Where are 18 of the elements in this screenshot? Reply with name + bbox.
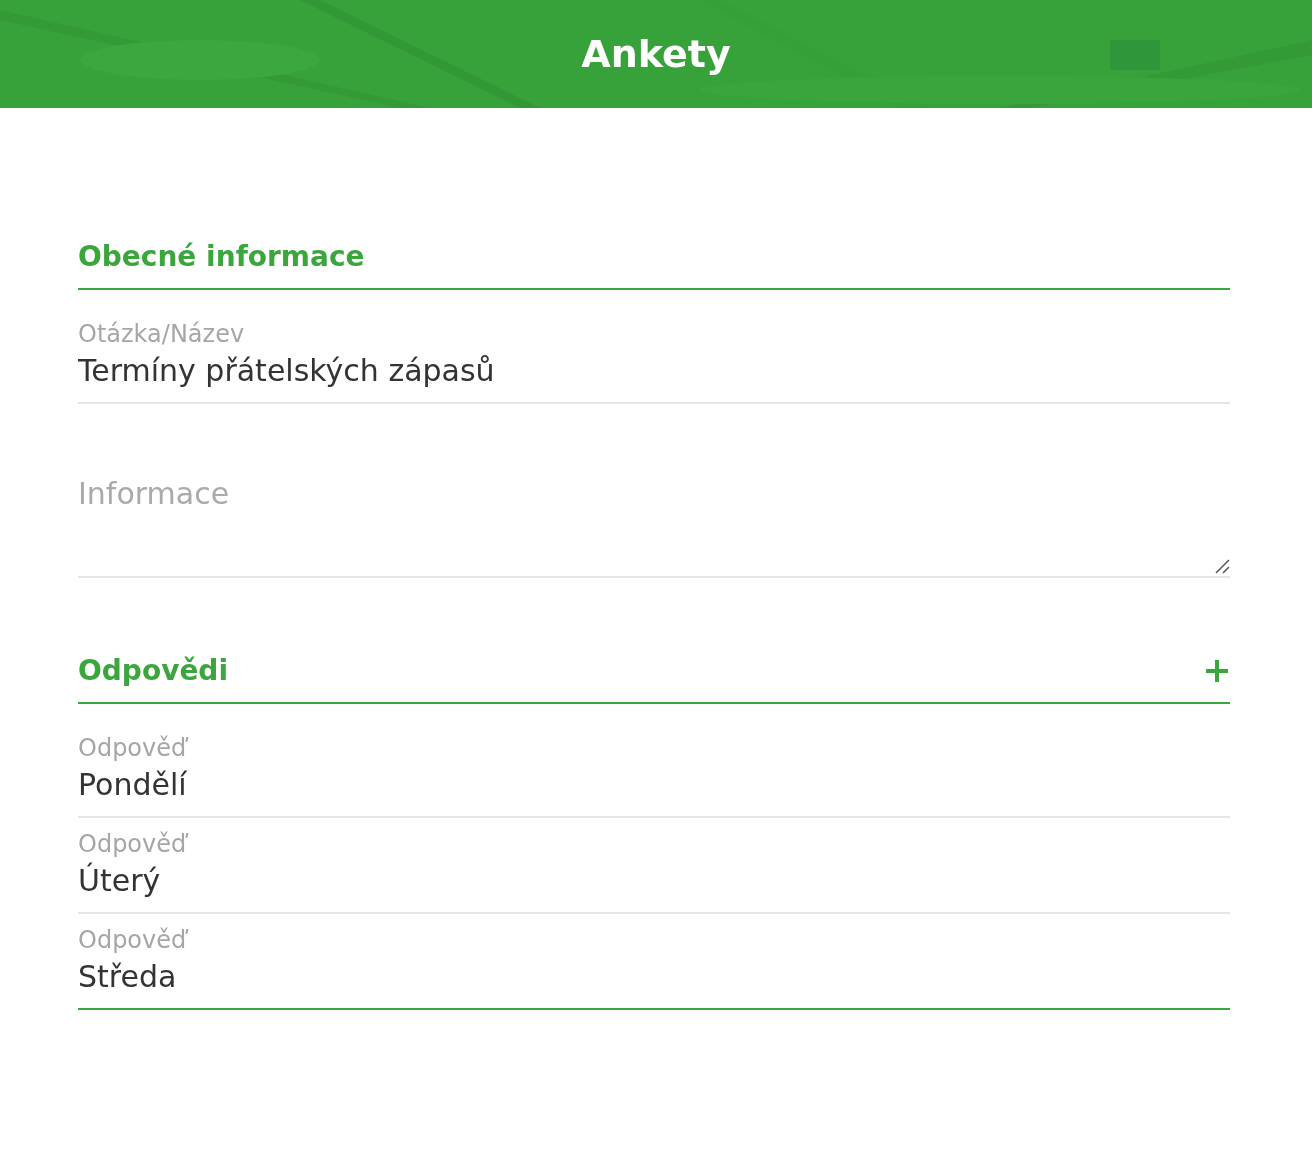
- field-label: Odpověď: [78, 829, 190, 860]
- field-label: Odpověď: [78, 733, 190, 764]
- field-value[interactable]: Pondělí: [78, 764, 1230, 806]
- field-value[interactable]: Středa: [78, 956, 1230, 998]
- info-input[interactable]: Informace: [78, 454, 1230, 576]
- field-label: Odpověď: [78, 925, 190, 956]
- field-label: Otázka/Název: [78, 319, 246, 350]
- text-field[interactable]: Odpověď Středa: [78, 914, 1230, 1010]
- resize-handle-icon[interactable]: [1214, 558, 1230, 574]
- section-heading: Obecné informace: [78, 239, 365, 275]
- field-value[interactable]: Termíny přátelských zápasů: [78, 350, 1230, 392]
- text-field[interactable]: Otázka/Název Termíny přátelských zápasů: [78, 308, 1230, 404]
- field-value[interactable]: Úterý: [78, 860, 1230, 902]
- add-icon[interactable]: [1204, 658, 1230, 684]
- text-field[interactable]: Odpověď Úterý: [78, 818, 1230, 914]
- section-heading: Odpovědi: [78, 653, 228, 689]
- text-field[interactable]: Odpověď Pondělí: [78, 722, 1230, 818]
- page-title: Ankety: [581, 30, 731, 78]
